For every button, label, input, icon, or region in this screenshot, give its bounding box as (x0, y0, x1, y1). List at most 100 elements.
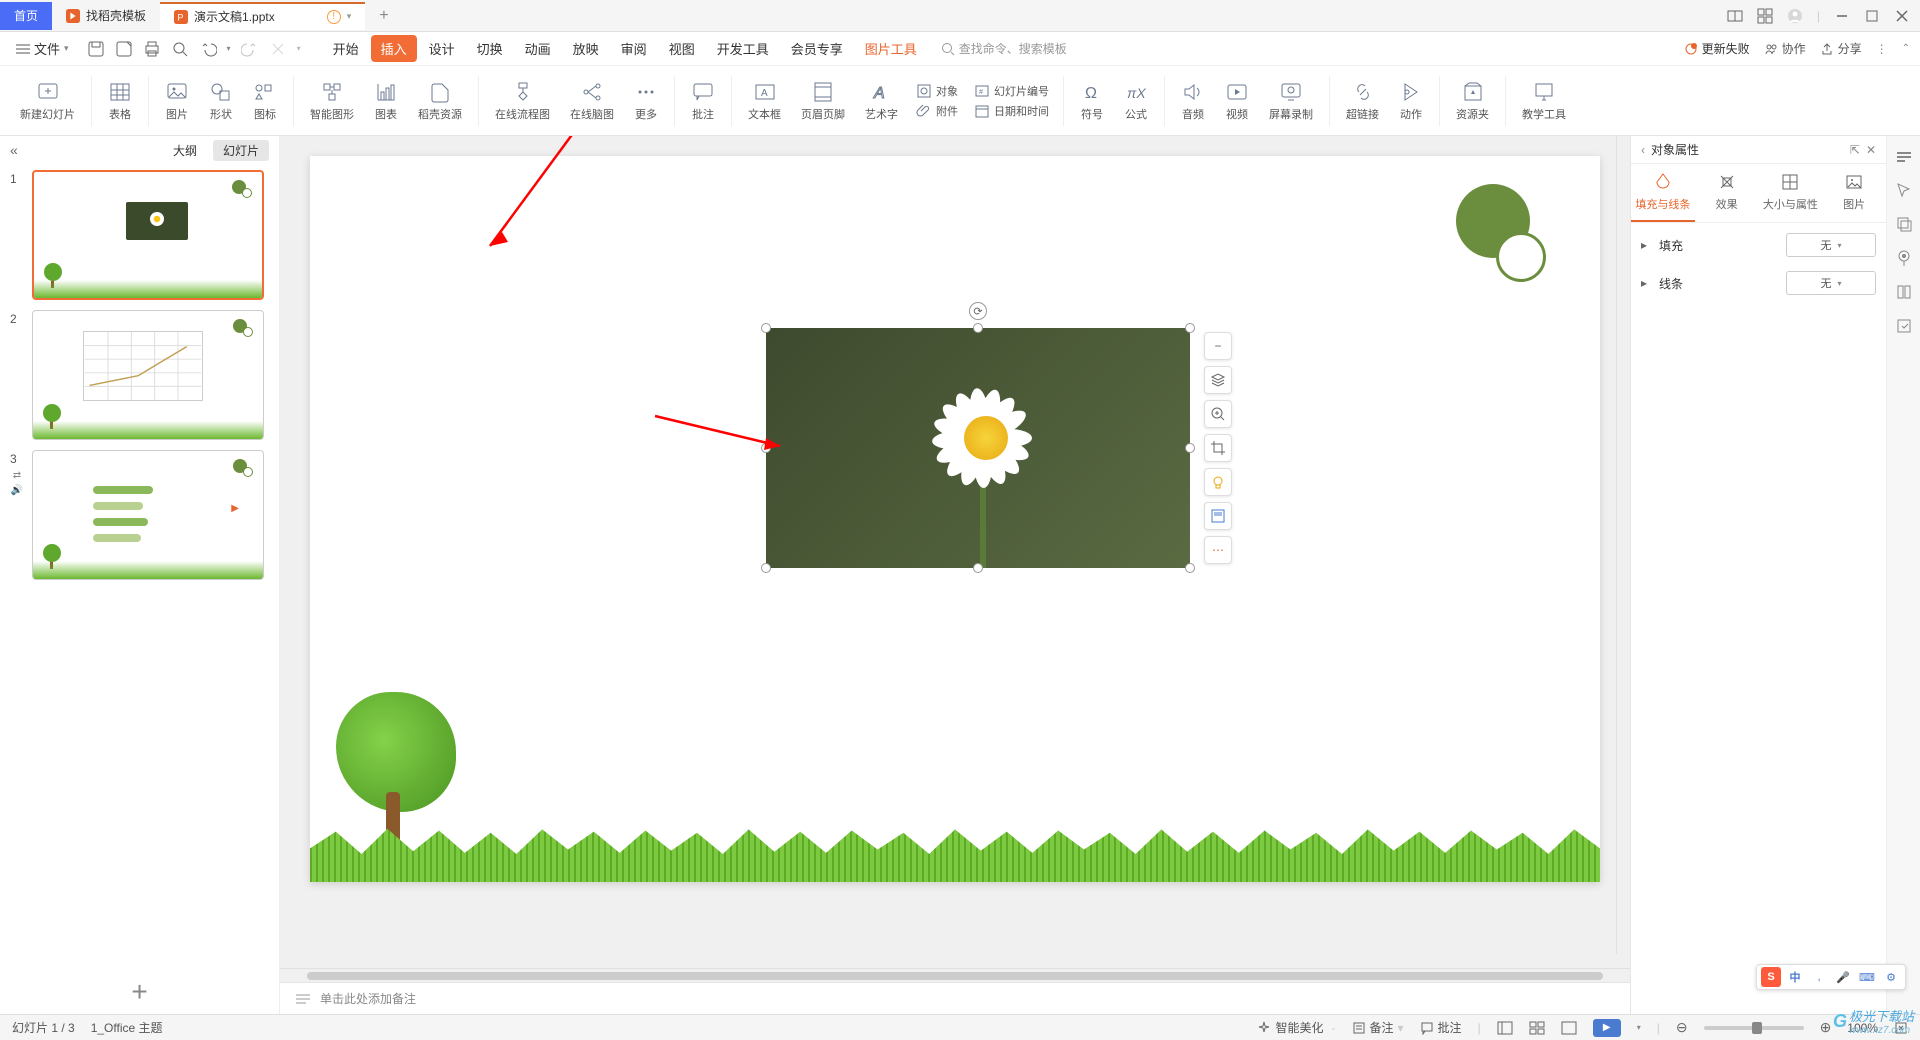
dropdown-icon[interactable]: ▾ (347, 11, 352, 22)
menu-file[interactable]: 文件 ▾ (10, 37, 75, 60)
resize-handle-se[interactable] (1185, 563, 1195, 573)
ribbon-teaching[interactable]: 教学工具 (1514, 78, 1574, 124)
side-tool-select[interactable] (1894, 180, 1914, 200)
ribbon-slidenum[interactable]: #幻灯片编号 (974, 83, 1049, 99)
ribbon-more[interactable]: 更多 (626, 78, 666, 124)
rp-tab-picture[interactable]: 图片 (1822, 164, 1886, 222)
view-normal-icon[interactable] (1497, 1021, 1513, 1035)
rp-tab-fill[interactable]: 填充与线条 (1631, 164, 1695, 222)
rp-line-select[interactable]: 无▾ (1786, 271, 1876, 295)
close-panel-icon[interactable]: ✕ (1866, 143, 1876, 157)
ribbon-shapes[interactable]: 形状 (201, 78, 241, 124)
zoom-out-button[interactable]: ⊖ (1676, 1019, 1688, 1036)
tab-document[interactable]: P 演示文稿1.pptx ! ▾ (160, 2, 365, 30)
close-icon[interactable] (1894, 8, 1910, 24)
ribbon-new-slide[interactable]: 新建幻灯片 (12, 78, 83, 124)
thumbnail-2[interactable] (32, 310, 264, 440)
ribbon-action[interactable]: 动作 (1391, 78, 1431, 124)
tab-review[interactable]: 审阅 (611, 35, 657, 62)
side-tool-1[interactable] (1894, 146, 1914, 166)
side-tool-book[interactable] (1894, 282, 1914, 302)
rotate-handle[interactable]: ⟳ (969, 302, 987, 320)
horizontal-scrollbar[interactable] (280, 968, 1630, 982)
float-zoom-out[interactable]: − (1204, 332, 1232, 360)
tab-transition[interactable]: 切换 (467, 35, 513, 62)
side-tool-layers[interactable] (1894, 214, 1914, 234)
status-annotate[interactable]: 批注 (1420, 1019, 1462, 1036)
float-layers-icon[interactable] (1204, 366, 1232, 394)
tab-picture-tools[interactable]: 图片工具 (855, 35, 927, 62)
pin-icon[interactable]: ⇱ (1850, 143, 1860, 157)
warning-icon[interactable]: ! (327, 10, 341, 24)
ribbon-chart[interactable]: 图表 (366, 78, 406, 124)
rp-fill-row[interactable]: ▸ 填充 无▾ (1641, 233, 1876, 257)
zoom-in-button[interactable]: ⊕ (1820, 1019, 1832, 1036)
float-properties-icon[interactable] (1204, 502, 1232, 530)
rp-fill-select[interactable]: 无▾ (1786, 233, 1876, 257)
maximize-icon[interactable] (1864, 8, 1880, 24)
side-tool-location[interactable] (1894, 248, 1914, 268)
thumbnail-3[interactable]: ▶ (32, 450, 264, 580)
minimize-icon[interactable] (1834, 8, 1850, 24)
collapse-panel-icon[interactable]: « (10, 142, 18, 158)
format-painter-icon[interactable] (269, 40, 287, 58)
float-zoom-icon[interactable] (1204, 400, 1232, 428)
zoom-slider[interactable] (1704, 1026, 1804, 1030)
ribbon-collapse-icon[interactable]: ⌃ (1902, 43, 1910, 54)
tab-home[interactable]: 首页 (0, 2, 52, 30)
user-avatar-icon[interactable] (1787, 8, 1803, 24)
save-as-icon[interactable] (115, 40, 133, 58)
notes-bar[interactable]: 单击此处添加备注 (280, 982, 1630, 1014)
ribbon-equation[interactable]: πX公式 (1116, 78, 1156, 124)
ribbon-smartart[interactable]: 智能图形 (302, 78, 362, 124)
slideshow-play-button[interactable]: ▶ (1593, 1019, 1621, 1037)
ribbon-hyperlink[interactable]: 超链接 (1338, 78, 1387, 124)
ribbon-screenrec[interactable]: 屏幕录制 (1261, 78, 1321, 124)
ime-toolbar[interactable]: S 中 , 🎤 ⌨ ⚙ (1756, 964, 1906, 990)
print-icon[interactable] (143, 40, 161, 58)
share-button[interactable]: 分享 (1820, 40, 1862, 57)
chevron-left-icon[interactable]: ‹ (1641, 143, 1645, 157)
print-preview-icon[interactable] (171, 40, 189, 58)
float-crop-icon[interactable] (1204, 434, 1232, 462)
coop-button[interactable]: 协作 (1764, 40, 1806, 57)
tab-view[interactable]: 视图 (659, 35, 705, 62)
ime-voice-icon[interactable]: 🎤 (1833, 967, 1853, 987)
rp-tab-effect[interactable]: 效果 (1695, 164, 1759, 222)
ime-lang-cn[interactable]: 中 (1785, 967, 1805, 987)
tab-design[interactable]: 设计 (419, 35, 465, 62)
rp-tab-size[interactable]: 大小与属性 (1759, 164, 1823, 222)
ime-sogou-icon[interactable]: S (1761, 967, 1781, 987)
tab-dev[interactable]: 开发工具 (707, 35, 779, 62)
redo-icon[interactable] (241, 40, 259, 58)
ime-keyboard-icon[interactable]: ⌨ (1857, 967, 1877, 987)
command-search[interactable]: 查找命令、搜索模板 (941, 40, 1067, 57)
view-sorter-icon[interactable] (1529, 1021, 1545, 1035)
ribbon-symbol[interactable]: Ω符号 (1072, 78, 1112, 124)
resize-handle-s[interactable] (973, 563, 983, 573)
reading-layout-icon[interactable] (1727, 8, 1743, 24)
ribbon-table[interactable]: 表格 (100, 78, 140, 124)
view-reading-icon[interactable] (1561, 1021, 1577, 1035)
ribbon-docer[interactable]: 稻壳资源 (410, 78, 470, 124)
vertical-scrollbar[interactable] (1616, 136, 1630, 954)
ribbon-comment[interactable]: 批注 (683, 78, 723, 124)
ribbon-resources[interactable]: 资源夹 (1448, 78, 1497, 124)
undo-dropdown[interactable]: ▾ (227, 44, 231, 53)
selected-image[interactable]: ⟳ (766, 328, 1190, 568)
thumbnail-1[interactable] (32, 170, 264, 300)
resize-handle-nw[interactable] (761, 323, 771, 333)
tab-vip[interactable]: 会员专享 (781, 35, 853, 62)
float-more-icon[interactable]: ⋯ (1204, 536, 1232, 564)
ribbon-picture[interactable]: 图片 (157, 78, 197, 124)
ribbon-wordart[interactable]: A艺术字 (857, 78, 906, 124)
ribbon-object[interactable]: 对象 (916, 83, 958, 99)
qat-dropdown[interactable]: ▾ (297, 44, 301, 53)
add-slide-button[interactable]: + (0, 970, 279, 1014)
tab-slideshow[interactable]: 放映 (563, 35, 609, 62)
ribbon-attachment[interactable]: 附件 (916, 103, 958, 119)
menubar-more[interactable]: ⋮ (1876, 42, 1888, 56)
ime-punct-icon[interactable]: , (1809, 967, 1829, 987)
save-icon[interactable] (87, 40, 105, 58)
rp-line-row[interactable]: ▸ 线条 无▾ (1641, 271, 1876, 295)
